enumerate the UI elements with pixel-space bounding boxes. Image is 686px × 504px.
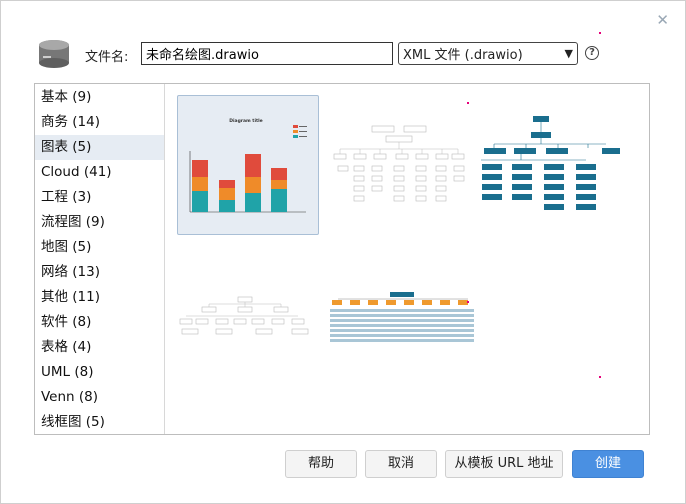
category-item[interactable]: 其他 (11) [35,285,164,310]
help-icon[interactable]: ? [585,46,599,60]
dense-org-thumbnail [330,292,474,342]
tree-thumbnail [179,296,309,335]
thumbnail-chart-title: Diagram title [229,118,263,124]
template-tree-light[interactable] [176,289,322,349]
category-item[interactable]: 工程 (3) [35,185,164,210]
org-chart-thumbnail [333,125,465,202]
template-panel: 基本 (9) 商务 (14) 图表 (5) Cloud (41) 工程 (3) 流程图 (… [34,83,650,435]
template-dense-org[interactable] [328,289,476,349]
help-button[interactable]: 帮助 [285,450,357,478]
filename-input[interactable] [141,42,393,65]
dialog-header: 文件名: XML 文件 (.drawio) ▼ ? [37,37,657,71]
from-template-url-button[interactable]: 从模板 URL 地址 [445,450,563,478]
close-icon[interactable]: ✕ [656,11,669,29]
template-bar-chart[interactable]: Diagram title [177,95,319,235]
template-org-chart-grey[interactable] [328,104,470,224]
category-item[interactable]: 表格 (4) [35,335,164,360]
artifact-dot [599,376,601,378]
filetype-select-value: XML 文件 (.drawio) [403,48,523,63]
category-item[interactable]: Venn (8) [35,385,164,410]
bar-chart-thumbnail: Diagram title [189,118,307,213]
filename-label: 文件名: [85,50,129,65]
category-list[interactable]: 基本 (9) 商务 (14) 图表 (5) Cloud (41) 工程 (3) 流程图 (… [35,84,165,434]
artifact-dot [599,32,601,34]
hard-disk-icon [39,40,69,68]
cancel-button[interactable]: 取消 [365,450,437,478]
chevron-down-icon: ▼ [564,47,573,60]
artifact-dot [467,301,469,303]
category-item[interactable]: 网络 (13) [35,260,164,285]
category-item[interactable]: 地图 (5) [35,235,164,260]
filetype-select[interactable]: XML 文件 (.drawio) ▼ [398,42,578,65]
template-grid: Diagram title [166,84,649,434]
category-item[interactable]: 图表 (5) [35,135,164,160]
category-item[interactable]: 线框图 (5) [35,410,164,434]
artifact-dot [467,102,469,104]
create-button[interactable]: 创建 [572,450,644,478]
category-item[interactable]: 基本 (9) [35,85,164,110]
new-diagram-dialog: ✕ 文件名: XML 文件 (.drawio) ▼ ? 基本 (9)商务 (14… [0,0,686,504]
teal-org-chart-thumbnail [481,116,620,210]
category-item[interactable]: 商务 (14) [35,110,164,135]
category-item[interactable]: UML (8) [35,360,164,385]
category-item[interactable]: 流程图 (9) [35,210,164,235]
template-org-chart-teal[interactable] [476,106,626,224]
category-item[interactable]: 软件 (8) [35,310,164,335]
category-item[interactable]: Cloud (41) [35,160,164,185]
